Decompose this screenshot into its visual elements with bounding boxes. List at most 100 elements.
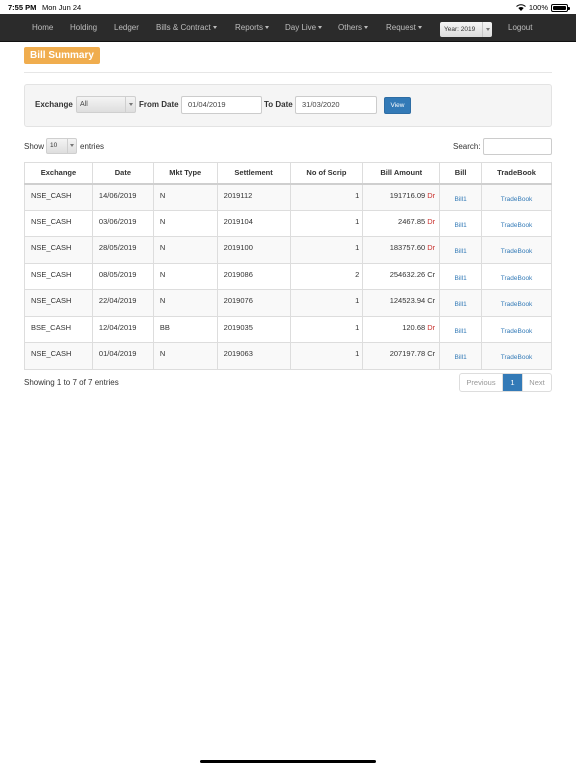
column-header-exchange[interactable]: Exchange <box>24 162 93 185</box>
bill-link[interactable]: Bill1 <box>454 275 466 282</box>
nav-bills-contract[interactable]: Bills & Contract <box>156 14 217 42</box>
cell-tradebook: TradeBook <box>481 183 552 211</box>
column-header-bill-amount[interactable]: Bill Amount <box>362 162 441 185</box>
cell-no-of-scrip: 1 <box>289 342 364 370</box>
next-page-button[interactable]: Next <box>522 374 551 391</box>
from-date-label: From Date <box>139 100 179 109</box>
chevron-down-icon <box>67 139 76 153</box>
previous-page-button[interactable]: Previous <box>460 374 503 391</box>
status-indicators: 100% <box>515 3 570 12</box>
status-bar: 7:55 PM Mon Jun 24 100% <box>0 0 576 14</box>
chevron-down-icon <box>125 97 135 112</box>
from-date-input[interactable]: 01/04/2019 <box>181 96 262 114</box>
nav-request-label: Request <box>386 23 416 32</box>
to-date-label: To Date <box>264 100 293 109</box>
bill-link[interactable]: Bill1 <box>454 301 466 308</box>
cell-tradebook: TradeBook <box>481 209 552 237</box>
cell-tradebook: TradeBook <box>481 342 552 370</box>
bill-amount-value: 2467.85 <box>398 216 426 226</box>
page-1-button[interactable]: 1 <box>503 374 522 391</box>
debit-credit-flag: Dr <box>427 243 436 252</box>
bill-amount-value: 191716.09 <box>389 190 426 200</box>
cell-bill: Bill1 <box>439 236 483 264</box>
cell-no-of-scrip: 1 <box>289 236 364 264</box>
cell-exchange: NSE_CASH <box>24 209 93 237</box>
nav-bills-contract-label: Bills & Contract <box>156 23 211 32</box>
nav-home[interactable]: Home <box>32 14 53 42</box>
debit-credit-flag: Cr <box>427 296 436 305</box>
cell-no-of-scrip: 2 <box>289 262 364 290</box>
nav-holding-label: Holding <box>70 23 98 32</box>
nav-logout[interactable]: Logout <box>508 14 532 42</box>
page-length-select[interactable]: 10 <box>46 138 77 154</box>
column-header-date[interactable]: Date <box>91 162 154 185</box>
column-header-settlement[interactable]: Settlement <box>216 162 291 185</box>
show-label: Show <box>24 142 45 151</box>
cell-mkt-type: N <box>152 342 218 370</box>
debit-credit-flag: Cr <box>427 269 436 279</box>
cell-settlement: 2019086 <box>216 262 291 290</box>
tradebook-link[interactable]: TradeBook <box>501 328 533 335</box>
cell-no-of-scrip: 1 <box>289 289 364 317</box>
chevron-down-icon <box>318 26 323 30</box>
cell-tradebook: TradeBook <box>481 236 552 264</box>
year-select[interactable]: Year: 2019 <box>440 22 492 37</box>
cell-settlement: 2019100 <box>216 236 291 264</box>
cell-bill: Bill1 <box>439 342 483 370</box>
exchange-select[interactable]: All <box>76 96 136 113</box>
nav-request[interactable]: Request <box>386 14 422 42</box>
debit-credit-flag: Dr <box>427 322 436 332</box>
to-date-input[interactable]: 31/03/2020 <box>295 96 377 114</box>
tradebook-link[interactable]: TradeBook <box>501 196 533 203</box>
pagination: Previous 1 Next <box>459 373 552 392</box>
wifi-icon <box>515 4 526 11</box>
chevron-down-icon <box>482 22 492 37</box>
bill-link[interactable]: Bill1 <box>454 328 466 335</box>
view-button[interactable]: View <box>384 97 411 114</box>
bill-link[interactable]: Bill1 <box>454 248 466 255</box>
nav-holding[interactable]: Holding <box>70 14 97 42</box>
cell-date: 08/05/2019 <box>91 262 154 290</box>
cell-bill-amount: 183757.60 Dr <box>362 236 441 264</box>
tradebook-link[interactable]: TradeBook <box>501 222 533 229</box>
title-divider <box>24 72 552 73</box>
chevron-down-icon <box>212 26 217 30</box>
nav-day-live[interactable]: Day Live <box>285 14 323 42</box>
tradebook-link[interactable]: TradeBook <box>501 275 533 282</box>
nav-others-label: Others <box>338 23 363 32</box>
cell-bill-amount: 207197.78 Cr <box>362 342 441 370</box>
column-header-tradebook[interactable]: TradeBook <box>481 162 552 185</box>
nav-reports[interactable]: Reports <box>235 14 270 42</box>
exchange-label: Exchange <box>35 100 73 109</box>
cell-date: 03/06/2019 <box>91 209 154 237</box>
from-date-value: 01/04/2019 <box>188 100 226 109</box>
tradebook-link[interactable]: TradeBook <box>501 248 533 255</box>
column-header-bill[interactable]: Bill <box>439 162 483 185</box>
table-row: NSE_CASH 28/05/2019 N 2019100 1 183757.6… <box>24 236 552 264</box>
exchange-select-value: All <box>80 101 88 108</box>
tradebook-link[interactable]: TradeBook <box>501 301 533 308</box>
column-header-mkt-type[interactable]: Mkt Type <box>152 162 218 185</box>
home-indicator[interactable] <box>200 760 376 763</box>
bill-link[interactable]: Bill1 <box>454 196 466 203</box>
bill-link[interactable]: Bill1 <box>454 354 466 361</box>
battery-percent: 100% <box>528 3 548 12</box>
cell-date: 22/04/2019 <box>91 289 154 317</box>
bill-link[interactable]: Bill1 <box>454 222 466 229</box>
chevron-down-icon <box>364 26 369 30</box>
nav-ledger[interactable]: Ledger <box>114 14 139 42</box>
cell-mkt-type: N <box>152 183 218 211</box>
chevron-down-icon <box>265 26 270 30</box>
bill-amount-value: 254632.26 <box>389 269 426 279</box>
column-header-no-of-scrip[interactable]: No of Scrip <box>289 162 364 185</box>
cell-date: 28/05/2019 <box>91 236 154 264</box>
cell-mkt-type: N <box>152 236 218 264</box>
cell-exchange: NSE_CASH <box>24 342 93 370</box>
tradebook-link[interactable]: TradeBook <box>501 354 533 361</box>
cell-mkt-type: N <box>152 209 218 237</box>
nav-ledger-label: Ledger <box>114 23 139 32</box>
search-input[interactable] <box>483 138 552 155</box>
top-navbar: Home Holding Ledger Bills & Contract Rep… <box>0 14 576 42</box>
to-date-value: 31/03/2020 <box>302 100 340 109</box>
nav-others[interactable]: Others <box>338 14 369 42</box>
